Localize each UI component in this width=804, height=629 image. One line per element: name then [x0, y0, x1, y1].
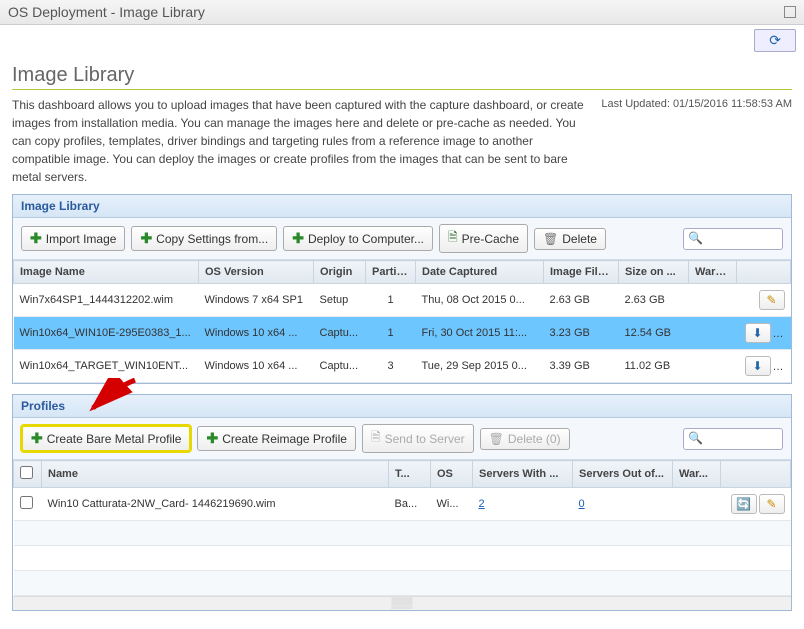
- last-updated: Last Updated: 01/15/2016 11:58:53 AM: [601, 96, 792, 186]
- table-row[interactable]: Win10x64_TARGET_WIN10ENT... Windows 10 x…: [14, 350, 791, 383]
- download-row-button[interactable]: ⬇: [745, 323, 771, 343]
- precache-button[interactable]: 🗎Pre-Cache: [439, 224, 528, 253]
- divider: [12, 89, 792, 90]
- table-row[interactable]: Win10 Catturata-2NW_Card- 1446219690.wim…: [14, 488, 791, 521]
- pencil-icon: ✎: [766, 497, 776, 511]
- col-servers-out[interactable]: Servers Out of...: [573, 461, 673, 488]
- cycle-row-button[interactable]: 🔄: [731, 494, 757, 514]
- edit-row-button[interactable]: ✎: [759, 290, 785, 310]
- profiles-table: Name T... OS Servers With ... Servers Ou…: [13, 460, 791, 596]
- profile-search: 🔍: [683, 428, 783, 450]
- description-text: This dashboard allows you to upload imag…: [12, 96, 589, 186]
- col-profile-os[interactable]: OS: [431, 461, 473, 488]
- plus-icon: ✚: [30, 230, 42, 247]
- download-icon: ⬇: [752, 326, 762, 340]
- pencil-icon: ✎: [766, 293, 776, 307]
- edit-row-button[interactable]: ✎: [759, 494, 785, 514]
- profiles-header: Profiles: [13, 395, 791, 418]
- plus-icon: ✚: [206, 430, 218, 447]
- image-library-header: Image Library: [13, 195, 791, 218]
- search-icon: 🔍: [688, 231, 703, 245]
- col-image-name[interactable]: Image Name: [14, 261, 199, 284]
- col-os-version[interactable]: OS Version: [199, 261, 314, 284]
- horizontal-scrollbar[interactable]: ▒▒▒: [13, 596, 791, 610]
- create-bare-metal-button[interactable]: ✚Create Bare Metal Profile: [21, 425, 191, 452]
- document-icon: 🗎: [371, 428, 381, 449]
- select-all-checkbox[interactable]: [20, 466, 33, 479]
- download-icon: ⬇: [752, 359, 762, 373]
- col-profile-name[interactable]: Name: [42, 461, 389, 488]
- search-icon: 🔍: [688, 431, 703, 445]
- refresh-button[interactable]: ⟳: [754, 29, 796, 52]
- plus-icon: ✚: [140, 230, 152, 247]
- table-row: [14, 571, 791, 596]
- import-image-button[interactable]: ✚Import Image: [21, 226, 125, 251]
- col-image-file[interactable]: Image File...: [544, 261, 619, 284]
- trash-icon: 🗑: [489, 432, 504, 446]
- page-title: Image Library: [12, 64, 792, 87]
- image-library-panel: Image Library ✚Import Image ✚Copy Settin…: [12, 194, 792, 384]
- row-checkbox[interactable]: [20, 496, 33, 509]
- trash-icon: 🗑: [543, 232, 558, 246]
- col-warnings[interactable]: Warni...: [689, 261, 737, 284]
- create-reimage-button[interactable]: ✚Create Reimage Profile: [197, 426, 355, 451]
- delete-image-button[interactable]: 🗑Delete: [534, 228, 606, 250]
- col-servers-with[interactable]: Servers With ...: [473, 461, 573, 488]
- col-partition[interactable]: Partit...: [366, 261, 416, 284]
- popout-icon[interactable]: [784, 6, 796, 18]
- profiles-toolbar: ✚Create Bare Metal Profile ✚Create Reima…: [13, 418, 791, 460]
- plus-icon: ✚: [292, 230, 304, 247]
- titlebar: OS Deployment - Image Library: [0, 0, 804, 25]
- copy-settings-button[interactable]: ✚Copy Settings from...: [131, 226, 277, 251]
- profiles-table-header: Name T... OS Servers With ... Servers Ou…: [14, 461, 791, 488]
- table-row[interactable]: Win7x64SP1_1444312202.wim Windows 7 x64 …: [14, 284, 791, 317]
- col-checkbox[interactable]: [14, 461, 42, 488]
- col-profile-war[interactable]: War...: [673, 461, 721, 488]
- table-row: [14, 521, 791, 546]
- plus-icon: ✚: [31, 430, 43, 447]
- send-to-server-button: 🗎Send to Server: [362, 424, 474, 453]
- document-icon: 🗎: [448, 228, 458, 249]
- table-row[interactable]: Win10x64_WIN10E-295E0383_1... Windows 10…: [14, 317, 791, 350]
- image-table: Image Name OS Version Origin Partit... D…: [13, 260, 791, 383]
- delete-profile-button: 🗑Delete (0): [480, 428, 570, 450]
- servers-with-link[interactable]: 2: [479, 498, 485, 510]
- col-date-captured[interactable]: Date Captured: [416, 261, 544, 284]
- table-row: [14, 546, 791, 571]
- col-profile-t[interactable]: T...: [389, 461, 431, 488]
- image-search: 🔍: [683, 228, 783, 250]
- col-size-on[interactable]: Size on ...: [619, 261, 689, 284]
- download-row-button[interactable]: ⬇: [745, 356, 771, 376]
- profiles-panel: Profiles ✚Create Bare Metal Profile ✚Cre…: [12, 394, 792, 611]
- window-title: OS Deployment - Image Library: [8, 4, 205, 20]
- col-origin[interactable]: Origin: [314, 261, 366, 284]
- deploy-button[interactable]: ✚Deploy to Computer...: [283, 226, 433, 251]
- image-library-toolbar: ✚Import Image ✚Copy Settings from... ✚De…: [13, 218, 791, 260]
- image-table-header: Image Name OS Version Origin Partit... D…: [14, 261, 791, 284]
- cycle-icon: 🔄: [736, 497, 751, 511]
- servers-out-link[interactable]: 0: [579, 498, 585, 510]
